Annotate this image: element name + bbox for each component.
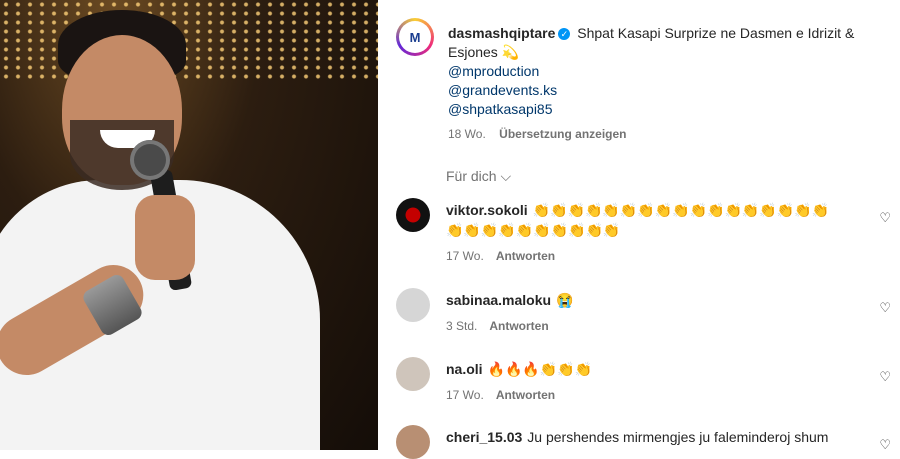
heart-icon[interactable]: ♡ (879, 300, 891, 316)
heart-icon[interactable]: ♡ (879, 437, 891, 453)
post-age: 18 Wo. (448, 127, 486, 141)
commenter-username[interactable]: viktor.sokoli (446, 202, 528, 218)
reply-button[interactable]: Antworten (496, 388, 555, 402)
comment-text: 😭 (556, 292, 574, 308)
mention-link[interactable]: @mproduction (448, 62, 878, 81)
mention-link[interactable]: @grandevents.ks (448, 81, 878, 100)
commenter-username[interactable]: cheri_15.03 (446, 429, 522, 445)
hand (135, 195, 195, 280)
caption-meta: 18 Wo. Übersetzung anzeigen (448, 125, 878, 144)
heart-icon[interactable]: ♡ (879, 210, 891, 226)
comment-text: Ju pershendes mirmengjes ju faleminderoj… (527, 429, 829, 445)
commenter-avatar[interactable] (396, 357, 430, 391)
commenter-avatar[interactable] (396, 288, 430, 322)
mention-link[interactable]: @shpatkasapi85 (448, 100, 878, 119)
poster-username[interactable]: dasmashqiptare (448, 25, 555, 41)
commenter-avatar[interactable] (396, 425, 430, 459)
poster-avatar[interactable]: M (396, 18, 434, 56)
comments-panel: M dasmashqiptare ✓ Shpat Kasapi Surprize … (378, 0, 900, 459)
microphone-head (130, 140, 170, 180)
background-lights (0, 0, 378, 80)
commenter-username[interactable]: na.oli (446, 361, 483, 377)
comment-age: 17 Wo. (446, 249, 484, 263)
post-media[interactable] (0, 0, 378, 450)
comment-age: 3 Std. (446, 319, 478, 333)
comment-text: 🔥🔥🔥👏👏👏 (487, 361, 593, 377)
caption-text: dasmashqiptare ✓ Shpat Kasapi Surprize ne… (448, 24, 878, 144)
translate-button[interactable]: Übersetzung anzeigen (499, 127, 626, 141)
verified-badge-icon: ✓ (558, 28, 571, 41)
commenter-username[interactable]: sabinaa.maloku (446, 292, 551, 308)
commenter-avatar[interactable] (396, 198, 430, 232)
comment-age: 17 Wo. (446, 388, 484, 402)
heart-icon[interactable]: ♡ (879, 369, 891, 385)
reply-button[interactable]: Antworten (489, 319, 548, 333)
reply-button[interactable]: Antworten (496, 249, 555, 263)
comment-filter[interactable]: Für dich ⌵ (446, 168, 511, 185)
